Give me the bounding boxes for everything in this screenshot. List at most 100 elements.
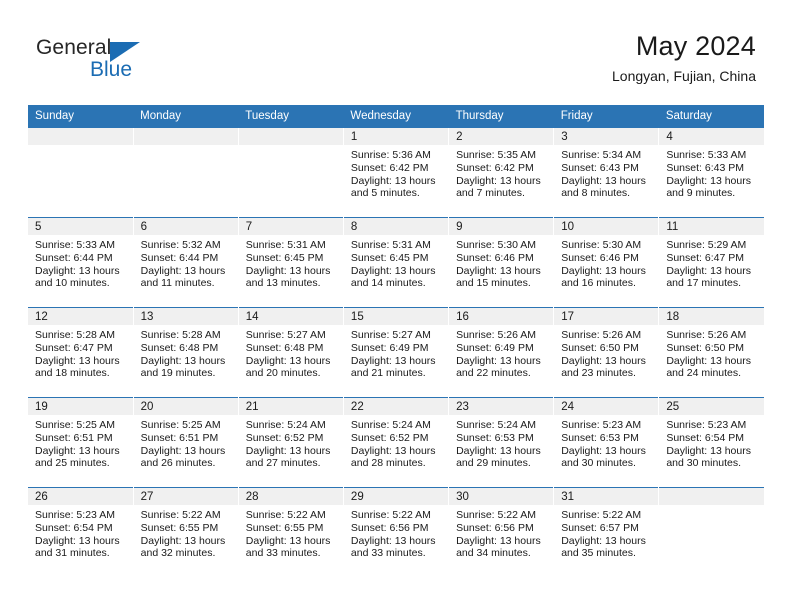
day-number: 31: [554, 488, 659, 505]
daylight-text: Daylight: 13 hours and 19 minutes.: [140, 354, 226, 380]
calendar-day-cell[interactable]: [237, 127, 344, 218]
brand-logo[interactable]: General Blue: [36, 36, 216, 88]
sunrise-text: Sunrise: 5:28 AM: [140, 329, 221, 341]
calendar-day-cell[interactable]: 5 Sunrise: 5:33 AM Sunset: 6:44 PM Daylight…: [28, 217, 134, 308]
sunrise-text: Sunrise: 5:31 AM: [245, 239, 326, 251]
day-number: 28: [238, 488, 343, 505]
daylight-text: Daylight: 13 hours and 13 minutes.: [245, 264, 331, 290]
calendar-day-cell[interactable]: 27 Sunrise: 5:22 AM Sunset: 6:55 PM Dayligh…: [132, 487, 239, 578]
day-sun-info: Sunrise: 5:26 AM Sunset: 6:49 PM Daylight:…: [449, 325, 553, 380]
calendar-day-cell[interactable]: 15 Sunrise: 5:27 AM Sunset: 6:49 PM Dayligh…: [342, 307, 449, 398]
sunset-text: Sunset: 6:52 PM: [245, 431, 324, 444]
weekday-header-thursday: Thursday: [448, 105, 554, 128]
calendar-day-cell[interactable]: 2 Sunrise: 5:35 AM Sunset: 6:42 PM Daylight…: [448, 127, 554, 218]
day-sun-info: Sunrise: 5:36 AM Sunset: 6:42 PM Daylight:…: [344, 145, 448, 200]
day-number: 30: [449, 488, 554, 505]
day-number: 6: [133, 218, 238, 235]
day-number: 29: [343, 488, 449, 505]
sunset-text: Sunset: 6:42 PM: [456, 161, 534, 174]
calendar-day-cell[interactable]: 23 Sunrise: 5:24 AM Sunset: 6:53 PM Dayligh…: [448, 397, 554, 488]
sunset-text: Sunset: 6:42 PM: [350, 161, 429, 174]
calendar-day-cell[interactable]: 30 Sunrise: 5:22 AM Sunset: 6:56 PM Dayligh…: [448, 487, 554, 578]
calendar-day-cell[interactable]: 12 Sunrise: 5:28 AM Sunset: 6:47 PM Dayligh…: [28, 307, 134, 398]
calendar-day-cell[interactable]: 9 Sunrise: 5:30 AM Sunset: 6:46 PM Daylight…: [448, 217, 554, 308]
calendar-week-row: 5 Sunrise: 5:33 AM Sunset: 6:44 PM Daylight…: [28, 217, 764, 308]
calendar-day-cell[interactable]: 22 Sunrise: 5:24 AM Sunset: 6:52 PM Dayligh…: [342, 397, 449, 488]
daylight-text: Daylight: 13 hours and 14 minutes.: [350, 264, 436, 290]
sunrise-text: Sunrise: 5:27 AM: [245, 329, 326, 341]
calendar-day-cell[interactable]: 16 Sunrise: 5:26 AM Sunset: 6:49 PM Dayligh…: [448, 307, 554, 398]
sunset-text: Sunset: 6:48 PM: [140, 341, 219, 354]
calendar-day-cell[interactable]: 24 Sunrise: 5:23 AM Sunset: 6:53 PM Dayligh…: [553, 397, 659, 488]
day-sun-info: Sunrise: 5:31 AM Sunset: 6:45 PM Daylight:…: [239, 235, 343, 290]
day-sun-info: Sunrise: 5:24 AM Sunset: 6:53 PM Daylight:…: [449, 415, 553, 470]
weekday-header-tuesday: Tuesday: [238, 105, 344, 128]
day-sun-info: Sunrise: 5:33 AM Sunset: 6:43 PM Daylight:…: [659, 145, 764, 200]
calendar-day-cell[interactable]: 4 Sunrise: 5:33 AM Sunset: 6:43 PM Daylight…: [658, 127, 764, 218]
sunset-text: Sunset: 6:47 PM: [666, 251, 744, 264]
calendar-day-cell[interactable]: [132, 127, 239, 218]
sunrise-text: Sunrise: 5:32 AM: [140, 239, 221, 251]
sunrise-text: Sunrise: 5:22 AM: [350, 509, 431, 521]
day-number: 23: [449, 398, 554, 415]
day-number: 16: [449, 308, 554, 325]
brand-name-blue: Blue: [90, 58, 133, 81]
day-sun-info: Sunrise: 5:27 AM Sunset: 6:49 PM Daylight:…: [344, 325, 448, 380]
day-number: 18: [659, 308, 764, 325]
calendar-day-cell[interactable]: 19 Sunrise: 5:25 AM Sunset: 6:51 PM Dayligh…: [28, 397, 134, 488]
day-sun-info: Sunrise: 5:22 AM Sunset: 6:55 PM Daylight:…: [134, 505, 238, 560]
daylight-text: Daylight: 13 hours and 22 minutes.: [456, 354, 541, 380]
calendar-day-cell[interactable]: 14 Sunrise: 5:27 AM Sunset: 6:48 PM Dayligh…: [237, 307, 344, 398]
day-number: 5: [28, 218, 133, 235]
calendar-day-cell[interactable]: 21 Sunrise: 5:24 AM Sunset: 6:52 PM Dayligh…: [237, 397, 344, 488]
calendar-day-cell[interactable]: [28, 127, 134, 218]
day-number: 19: [28, 398, 133, 415]
day-number: 7: [238, 218, 343, 235]
calendar-day-cell[interactable]: [658, 487, 764, 578]
sunset-text: Sunset: 6:43 PM: [666, 161, 744, 174]
day-number: 3: [554, 128, 659, 145]
day-number: 27: [133, 488, 238, 505]
sunset-text: Sunset: 6:53 PM: [561, 431, 639, 444]
day-number: [659, 488, 764, 505]
calendar-day-cell[interactable]: 11 Sunrise: 5:29 AM Sunset: 6:47 PM Dayligh…: [658, 217, 764, 308]
calendar-day-cell[interactable]: 13 Sunrise: 5:28 AM Sunset: 6:48 PM Dayligh…: [132, 307, 239, 398]
calendar-day-cell[interactable]: 28 Sunrise: 5:22 AM Sunset: 6:55 PM Dayligh…: [237, 487, 344, 578]
calendar-day-cell[interactable]: 1 Sunrise: 5:36 AM Sunset: 6:42 PM Daylight…: [342, 127, 449, 218]
daylight-text: Daylight: 13 hours and 16 minutes.: [561, 264, 646, 290]
day-number: 26: [28, 488, 133, 505]
daylight-text: Daylight: 13 hours and 35 minutes.: [561, 534, 646, 560]
page-title: May 2024: [635, 31, 756, 61]
day-number: 10: [554, 218, 659, 235]
calendar-day-cell[interactable]: 6 Sunrise: 5:32 AM Sunset: 6:44 PM Daylight…: [132, 217, 239, 308]
sunset-text: Sunset: 6:43 PM: [561, 161, 639, 174]
calendar-day-cell[interactable]: 25 Sunrise: 5:23 AM Sunset: 6:54 PM Dayligh…: [658, 397, 764, 488]
day-number: 11: [659, 218, 764, 235]
calendar-day-cell[interactable]: 8 Sunrise: 5:31 AM Sunset: 6:45 PM Daylight…: [342, 217, 449, 308]
day-number: 24: [554, 398, 659, 415]
day-number: 2: [449, 128, 554, 145]
day-sun-info: Sunrise: 5:25 AM Sunset: 6:51 PM Daylight:…: [134, 415, 238, 470]
daylight-text: Daylight: 13 hours and 30 minutes.: [561, 444, 646, 470]
calendar-week-row: 1 Sunrise: 5:36 AM Sunset: 6:42 PM Daylight…: [28, 127, 764, 218]
calendar-day-cell[interactable]: 3 Sunrise: 5:34 AM Sunset: 6:43 PM Daylight…: [553, 127, 659, 218]
calendar-day-cell[interactable]: 26 Sunrise: 5:23 AM Sunset: 6:54 PM Dayligh…: [28, 487, 134, 578]
calendar-day-cell[interactable]: 10 Sunrise: 5:30 AM Sunset: 6:46 PM Dayligh…: [553, 217, 659, 308]
calendar-day-cell[interactable]: 20 Sunrise: 5:25 AM Sunset: 6:51 PM Dayligh…: [132, 397, 239, 488]
calendar-day-cell[interactable]: 17 Sunrise: 5:26 AM Sunset: 6:50 PM Dayligh…: [553, 307, 659, 398]
day-sun-info: Sunrise: 5:22 AM Sunset: 6:55 PM Daylight:…: [239, 505, 343, 560]
calendar-day-cell[interactable]: 18 Sunrise: 5:26 AM Sunset: 6:50 PM Dayligh…: [658, 307, 764, 398]
calendar-day-cell[interactable]: 7 Sunrise: 5:31 AM Sunset: 6:45 PM Daylight…: [237, 217, 344, 308]
daylight-text: Daylight: 13 hours and 33 minutes.: [245, 534, 331, 560]
calendar-grid: Sunday Monday Tuesday Wednesday Thursday…: [28, 105, 764, 578]
sunset-text: Sunset: 6:57 PM: [561, 521, 639, 534]
sunrise-text: Sunrise: 5:25 AM: [35, 419, 115, 431]
calendar-day-cell[interactable]: 31 Sunrise: 5:22 AM Sunset: 6:57 PM Dayligh…: [553, 487, 659, 578]
calendar-day-cell[interactable]: 29 Sunrise: 5:22 AM Sunset: 6:56 PM Dayligh…: [342, 487, 449, 578]
day-number: 8: [343, 218, 449, 235]
sunrise-text: Sunrise: 5:26 AM: [561, 329, 642, 341]
daylight-text: Daylight: 13 hours and 20 minutes.: [245, 354, 331, 380]
day-number: 17: [554, 308, 659, 325]
day-sun-info: Sunrise: 5:23 AM Sunset: 6:53 PM Daylight:…: [554, 415, 658, 470]
daylight-text: Daylight: 13 hours and 30 minutes.: [666, 444, 751, 470]
